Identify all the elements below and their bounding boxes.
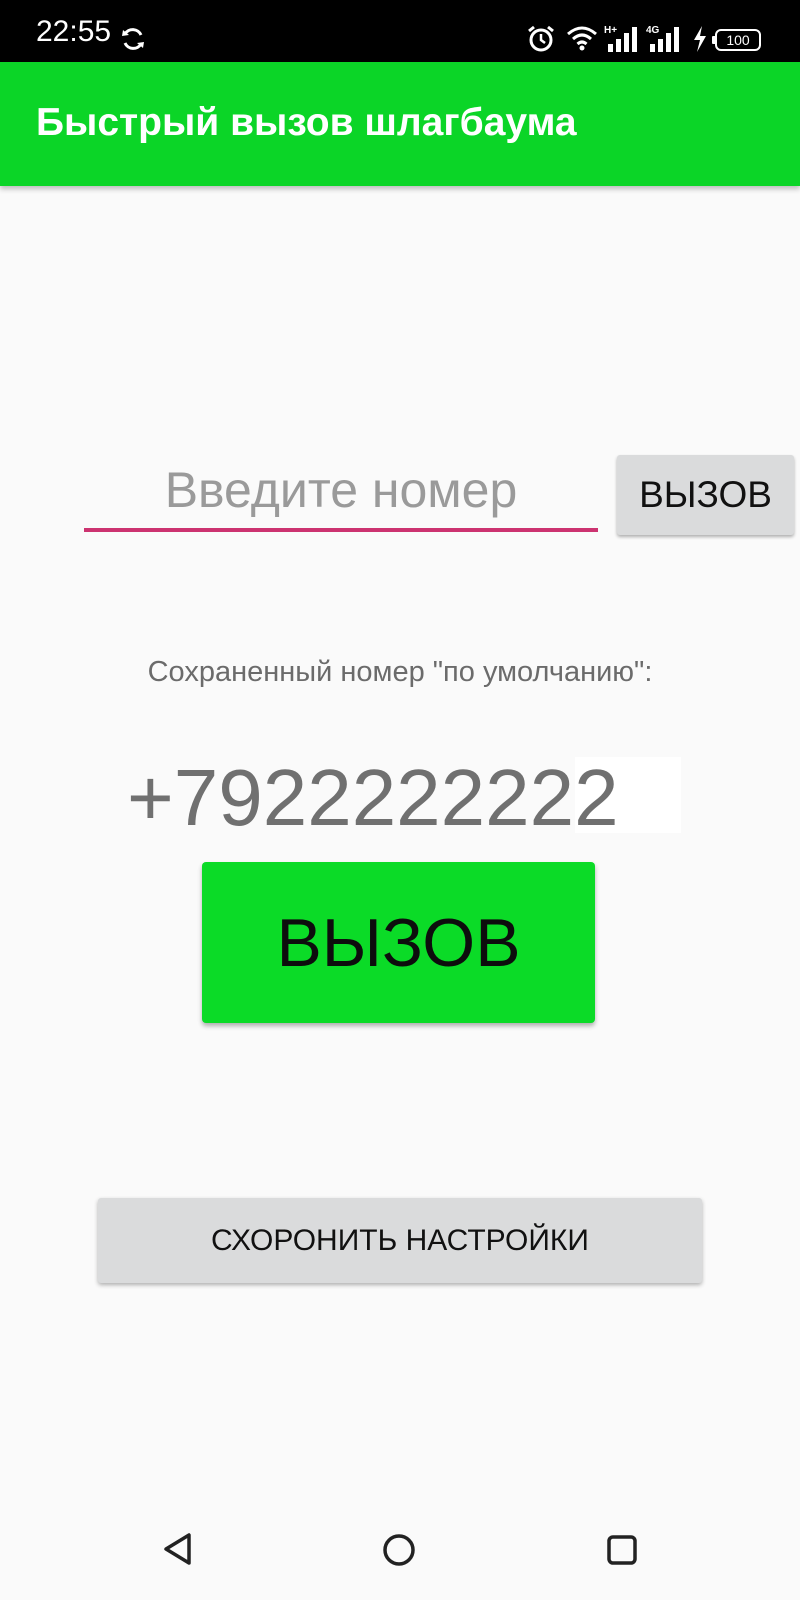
alarm-icon (528, 25, 554, 52)
navigation-bar (0, 1520, 800, 1600)
signal-h-plus-icon: H+ (604, 25, 637, 52)
network-1-label: H+ (604, 25, 617, 36)
phone-number-input[interactable] (84, 452, 598, 532)
save-settings-button[interactable]: СХОРОНИТЬ НАСТРОЙКИ (98, 1198, 702, 1283)
status-icons: H+ 4G 100 (500, 0, 800, 62)
status-time: 22:55 (36, 15, 112, 48)
back-icon[interactable] (162, 1532, 194, 1566)
signal-4g-icon: 4G (646, 25, 679, 52)
saved-number-label: Сохраненный номер "по умолчанию": (147, 656, 653, 688)
home-icon[interactable] (382, 1533, 416, 1567)
saved-number: +7922222222 (127, 753, 619, 842)
recents-icon[interactable] (606, 1534, 638, 1566)
network-2-label: 4G (646, 25, 660, 36)
battery-icon: 100 (712, 29, 761, 51)
wifi-icon (567, 26, 597, 51)
status-bar: 22:55 H+ 4G 100 (0, 0, 800, 62)
charging-icon (694, 26, 706, 52)
call-saved-number-button[interactable]: ВЫЗОВ (202, 862, 595, 1023)
sync-icon (122, 28, 144, 50)
battery-level: 100 (726, 32, 750, 48)
app-title: Быстрый вызов шлагбаума (36, 101, 577, 144)
call-entered-number-button[interactable]: ВЫЗОВ (617, 455, 794, 535)
app-bar: Быстрый вызов шлагбаума (0, 62, 800, 186)
